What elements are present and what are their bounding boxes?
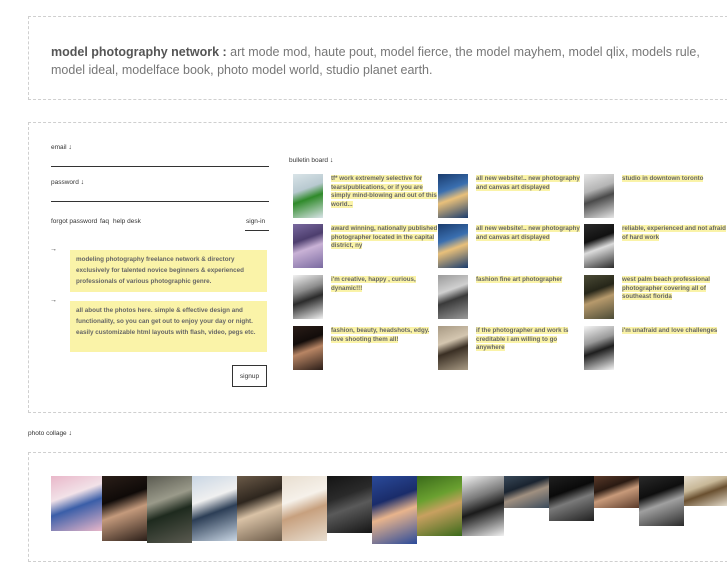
- bulletin-post-text[interactable]: west palm beach professional photographe…: [622, 276, 727, 302]
- bulletin-post-text[interactable]: all new website!.. new photography and c…: [476, 175, 584, 192]
- password-label: password ↓: [51, 179, 85, 186]
- collage-photo-11[interactable]: [504, 476, 549, 508]
- bulletin-photo[interactable]: [584, 224, 614, 268]
- bulletin-photo[interactable]: [293, 174, 323, 218]
- bulletin-photo[interactable]: [438, 174, 468, 218]
- photo-collage-title: photo collage ↓: [28, 430, 72, 437]
- signup-button[interactable]: signup: [232, 365, 267, 387]
- collage-photo-10[interactable]: [462, 476, 504, 536]
- arrow-down-icon: ↓: [68, 144, 72, 151]
- bulletin-photo[interactable]: [438, 224, 468, 268]
- collage-photo-2[interactable]: [102, 476, 147, 541]
- bulletin-photo[interactable]: [293, 275, 323, 319]
- bulletin-post-text[interactable]: fashion, beauty, headshots, edgy. love s…: [331, 327, 439, 344]
- bulletin-photo[interactable]: [584, 275, 614, 319]
- email-field[interactable]: [51, 166, 269, 167]
- sign-in-button[interactable]: sign-in: [246, 218, 265, 225]
- arrow-down-icon: ↓: [68, 430, 72, 437]
- collage-photo-3[interactable]: [147, 476, 192, 543]
- collage-photo-14[interactable]: [639, 476, 684, 526]
- collage-photo-15[interactable]: [684, 476, 727, 506]
- bulletin-photo[interactable]: [293, 326, 323, 370]
- info-box-network: modeling photography freelance network &…: [70, 250, 267, 292]
- email-label: email ↓: [51, 144, 72, 151]
- forgot-password-link[interactable]: forgot password: [51, 218, 97, 225]
- arrow-down-icon: ↓: [80, 179, 85, 186]
- bulletin-photo[interactable]: [584, 174, 614, 218]
- bulletin-post-text[interactable]: award winning, nationally published phot…: [331, 225, 439, 251]
- bulletin-post-text[interactable]: i'm unafraid and love challenges: [622, 327, 727, 336]
- arrow-right-icon: →: [50, 246, 57, 253]
- bulletin-board-title: bulletin board ↓: [289, 157, 334, 164]
- collage-photo-1[interactable]: [51, 476, 102, 531]
- info-box-about: all about the photos here. simple & effe…: [70, 301, 267, 352]
- network-brand: model photography network :: [51, 45, 227, 59]
- network-headline: model photography network : art mode mod…: [51, 43, 727, 79]
- collage-photo-13[interactable]: [594, 476, 639, 508]
- bulletin-post-text[interactable]: tf* work extremely selective for tears/p…: [331, 175, 439, 209]
- collage-photo-12[interactable]: [549, 476, 594, 521]
- password-field[interactable]: [51, 201, 269, 202]
- sign-in-underline: [245, 230, 269, 231]
- bulletin-photo[interactable]: [438, 326, 468, 370]
- bulletin-photo[interactable]: [293, 224, 323, 268]
- collage-photo-7[interactable]: [327, 476, 372, 533]
- collage-photo-5[interactable]: [237, 476, 282, 541]
- bulletin-photo[interactable]: [584, 326, 614, 370]
- arrow-right-icon: →: [50, 297, 57, 304]
- faq-link[interactable]: faq: [100, 218, 109, 225]
- collage-photo-6[interactable]: [282, 476, 327, 541]
- bulletin-post-text[interactable]: i'm creative, happy , curious, dynamic!!…: [331, 276, 439, 293]
- arrow-down-icon: ↓: [329, 157, 334, 164]
- bulletin-post-text[interactable]: reliable, experienced and not afraid of …: [622, 225, 727, 242]
- collage-photo-9[interactable]: [417, 476, 462, 536]
- bulletin-post-text[interactable]: all new website!.. new photography and c…: [476, 225, 584, 242]
- bulletin-photo[interactable]: [438, 275, 468, 319]
- bulletin-post-text[interactable]: if the photographer and work is creditab…: [476, 327, 584, 353]
- help-desk-link[interactable]: help desk: [113, 218, 141, 225]
- bulletin-post-text[interactable]: fashion fine art photographer: [476, 276, 584, 285]
- collage-photo-4[interactable]: [192, 476, 237, 541]
- bulletin-post-text[interactable]: studio in downtown toronto: [622, 175, 727, 184]
- collage-photo-8[interactable]: [372, 476, 417, 544]
